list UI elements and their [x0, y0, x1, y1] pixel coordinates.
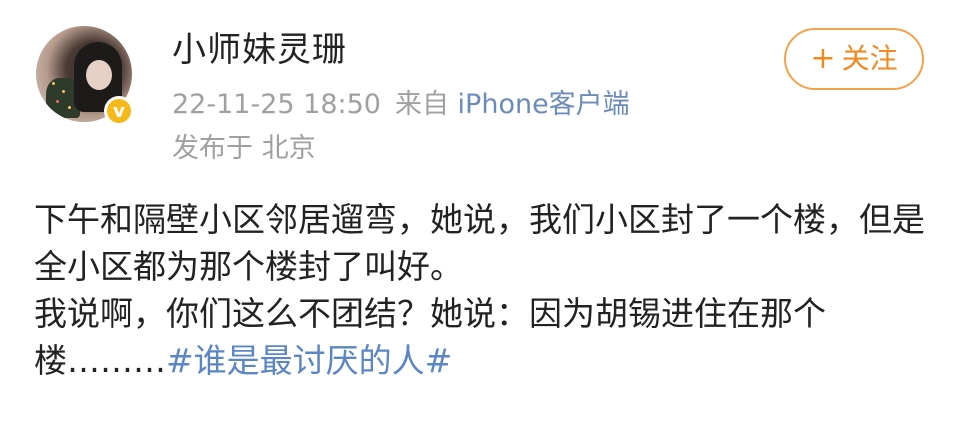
post-timestamp: 22-11-25 18:50 [172, 89, 381, 120]
post-location: 发布于 北京 [172, 133, 316, 164]
post-content: 下午和隔壁小区邻居遛弯，她说，我们小区封了一个楼，但是全小区都为那个楼封了叫好。… [34, 196, 934, 384]
plus-icon: + [810, 41, 836, 76]
follow-button[interactable]: + 关注 [784, 28, 924, 90]
verified-badge-glyph: v [107, 99, 131, 123]
post-paragraph-1: 下午和隔壁小区邻居遛弯，她说，我们小区封了一个楼，但是全小区都为那个楼封了叫好。 [34, 200, 925, 286]
post-source-prefix: 来自 [394, 89, 449, 120]
verified-badge-icon: v [104, 96, 134, 126]
post-source-device[interactable]: iPhone客户端 [458, 89, 630, 120]
weibo-post: v 小师妹灵珊 22-11-25 18:50 来自 iPhone客户端 发布于 北… [0, 0, 960, 427]
avatar-lights [52, 82, 55, 85]
post-paragraph-2: 我说啊，你们这么不团结？她说：因为胡锡进住在那个楼………#谁是最讨厌的人# [34, 290, 934, 384]
post-meta: 22-11-25 18:50 来自 iPhone客户端 [172, 86, 630, 124]
hashtag-link[interactable]: #谁是最讨厌的人# [166, 341, 452, 380]
follow-button-label: 关注 [841, 42, 898, 75]
avatar-face [86, 60, 112, 90]
author-name[interactable]: 小师妹灵珊 [172, 28, 347, 72]
